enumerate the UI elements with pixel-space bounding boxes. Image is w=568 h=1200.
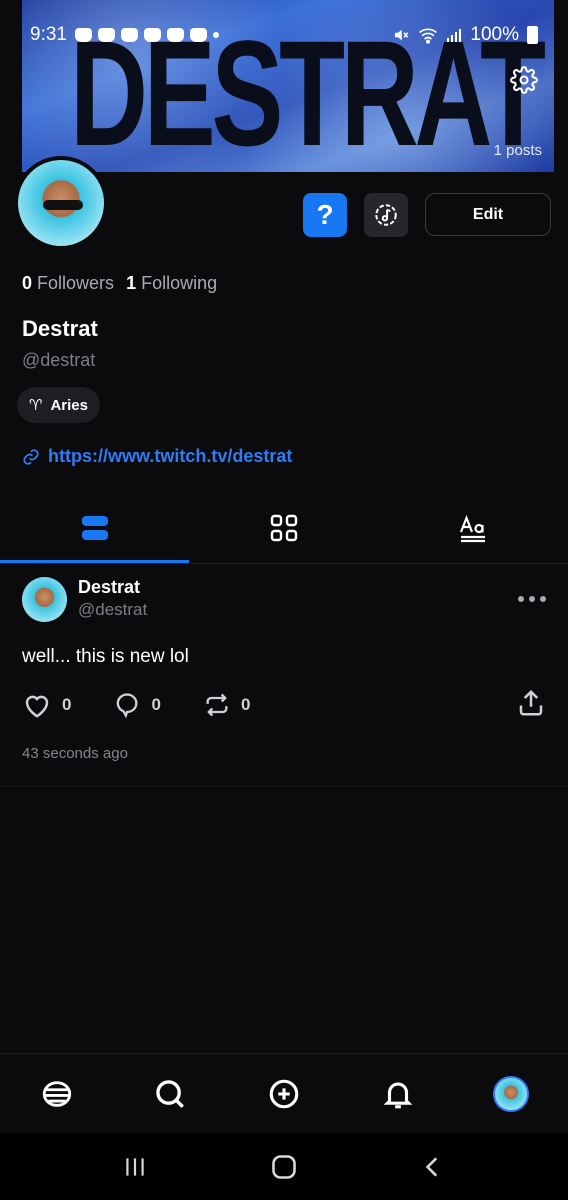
recent-apps-icon bbox=[125, 1157, 144, 1176]
following-label: Following bbox=[141, 273, 218, 293]
bottom-nav bbox=[0, 1053, 568, 1133]
repost-icon bbox=[206, 693, 228, 717]
discord-icon bbox=[166, 28, 184, 42]
followers-label: Followers bbox=[37, 273, 115, 293]
discord-icon bbox=[189, 28, 207, 42]
post-count: 1 posts bbox=[493, 142, 542, 159]
link-icon bbox=[23, 448, 39, 465]
status-bar: 9:31 100% bbox=[0, 20, 568, 50]
tab-text[interactable] bbox=[379, 492, 568, 564]
share-upload-icon bbox=[519, 689, 543, 715]
battery-icon bbox=[527, 26, 538, 44]
followers-count: 0 bbox=[22, 273, 33, 293]
post-actions: 0 0 0 bbox=[22, 688, 546, 722]
repost-button[interactable]: 0 bbox=[203, 691, 250, 719]
profile-link[interactable]: https://www.twitch.tv/destrat bbox=[22, 446, 292, 467]
music-button[interactable] bbox=[364, 193, 408, 237]
post-author-name[interactable]: Destrat bbox=[78, 577, 140, 598]
discord-icon bbox=[143, 28, 161, 42]
home-square-icon bbox=[272, 1154, 296, 1179]
like-count: 0 bbox=[62, 695, 72, 714]
home-button[interactable] bbox=[264, 1147, 304, 1187]
share-button[interactable] bbox=[516, 688, 546, 723]
wifi-icon bbox=[419, 28, 438, 44]
recent-apps-button[interactable] bbox=[115, 1147, 155, 1187]
nav-search[interactable] bbox=[114, 1054, 228, 1133]
comment-count: 0 bbox=[151, 695, 161, 714]
comment-button[interactable]: 0 bbox=[113, 691, 161, 719]
search-icon bbox=[156, 1079, 185, 1108]
post-author-handle: @destrat bbox=[78, 600, 148, 619]
follow-counts: 0 Followers 1 Following bbox=[22, 273, 217, 294]
following-count: 1 bbox=[126, 273, 137, 293]
status-time: 9:31 bbox=[30, 24, 67, 45]
system-navigation-bar bbox=[0, 1133, 568, 1200]
status-right: 100% bbox=[392, 24, 538, 46]
post-more-options-icon[interactable] bbox=[518, 596, 546, 602]
back-chevron-icon bbox=[426, 1156, 438, 1177]
back-button[interactable] bbox=[413, 1147, 453, 1187]
more-notifications-dot-icon bbox=[212, 32, 219, 38]
tab-grid[interactable] bbox=[189, 492, 378, 564]
nav-home[interactable] bbox=[0, 1054, 114, 1133]
profile-avatar[interactable] bbox=[14, 156, 108, 250]
list-view-icon bbox=[81, 516, 108, 540]
nav-profile[interactable] bbox=[454, 1054, 568, 1133]
grid-view-icon bbox=[270, 514, 298, 542]
message-icon bbox=[74, 28, 92, 42]
home-icon bbox=[42, 1080, 71, 1107]
post-divider bbox=[0, 786, 568, 787]
profile-tabs bbox=[0, 492, 568, 564]
zodiac-label: Aries bbox=[50, 396, 88, 414]
battery-percent: 100% bbox=[470, 24, 519, 45]
aries-icon: ♈ bbox=[29, 397, 43, 414]
edit-profile-button[interactable]: Edit bbox=[425, 193, 551, 236]
discord-icon bbox=[120, 28, 138, 42]
music-disc-icon bbox=[375, 204, 397, 226]
zodiac-badge[interactable]: ♈ Aries bbox=[17, 387, 100, 423]
post-timestamp: 43 seconds ago bbox=[22, 745, 128, 762]
signal-icon bbox=[447, 29, 462, 42]
nav-notifications[interactable] bbox=[341, 1054, 455, 1133]
like-button[interactable]: 0 bbox=[22, 691, 71, 719]
post-text: well... this is new lol bbox=[22, 646, 189, 667]
nav-create[interactable] bbox=[227, 1054, 341, 1133]
repost-count: 0 bbox=[240, 695, 251, 714]
display-name: Destrat bbox=[22, 316, 98, 341]
notification-icons bbox=[74, 28, 219, 42]
text-view-icon bbox=[460, 514, 486, 543]
discord-icon bbox=[97, 28, 115, 42]
following-link[interactable]: 1 Following bbox=[126, 273, 217, 294]
bell-icon bbox=[383, 1082, 412, 1108]
settings-gear-icon[interactable] bbox=[510, 66, 538, 94]
add-circle-icon bbox=[269, 1079, 299, 1108]
heart-icon bbox=[25, 695, 49, 718]
followers-link[interactable]: 0 Followers bbox=[22, 273, 114, 294]
profile-link-text: https://www.twitch.tv/destrat bbox=[48, 446, 293, 466]
post-author-avatar[interactable] bbox=[22, 577, 67, 622]
tabs-divider bbox=[0, 563, 568, 564]
user-handle: @destrat bbox=[22, 350, 96, 370]
comment-bubble-icon bbox=[117, 693, 138, 719]
help-button[interactable]: ? bbox=[303, 193, 347, 237]
nav-profile-avatar bbox=[493, 1075, 530, 1112]
tab-posts-list[interactable] bbox=[0, 492, 189, 564]
mute-icon bbox=[395, 29, 409, 41]
